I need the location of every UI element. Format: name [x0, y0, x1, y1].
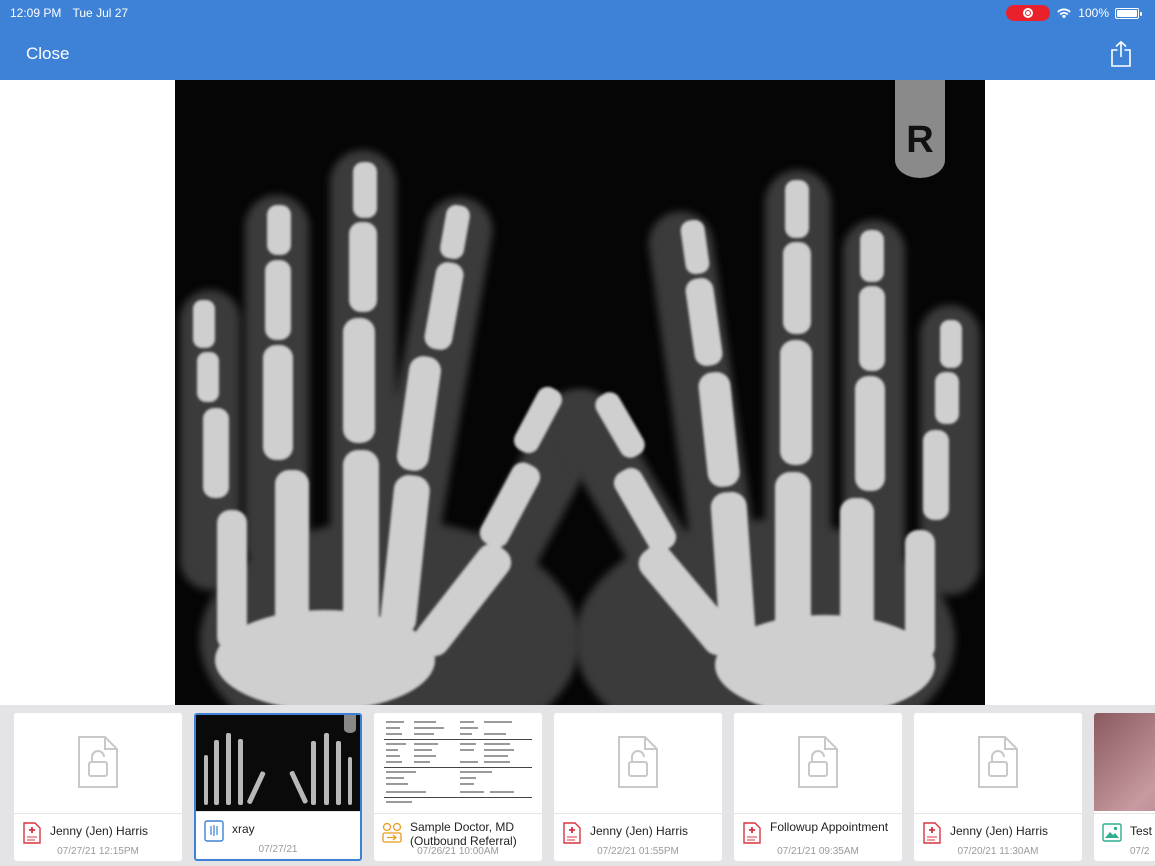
- share-icon[interactable]: [1109, 40, 1133, 68]
- pdf-icon: [923, 822, 941, 844]
- attachment-date: 07/21/21 09:35AM: [777, 846, 859, 857]
- attachment-footer: Followup Appointment 07/21/21 09:35AM: [734, 813, 902, 861]
- navigation-bar: Close: [0, 26, 1155, 80]
- attachment-date: 07/2: [1130, 846, 1150, 857]
- attachment-tray: Jenny (Jen) Harris 07/27/21 12:15PM xray…: [0, 705, 1155, 866]
- attachment-date: 07/26/21 10:00AM: [417, 846, 499, 857]
- xray-hands-graphic: R: [175, 80, 985, 705]
- pdf-icon: [743, 822, 761, 844]
- image-icon: [204, 820, 224, 842]
- wifi-icon: [1057, 8, 1072, 19]
- battery-icon: [1115, 7, 1142, 19]
- attachment-title: Followup Appointment: [770, 820, 889, 834]
- pdf-icon: [563, 822, 581, 844]
- pdf-icon: [23, 822, 41, 844]
- attachment-card[interactable]: Test 07/2: [1094, 713, 1155, 861]
- attachment-footer: Test 07/2: [1094, 813, 1155, 861]
- status-time-date: 12:09 PM Tue Jul 27: [10, 6, 136, 20]
- close-button[interactable]: Close: [26, 44, 69, 64]
- locked-thumbnail: [554, 713, 722, 811]
- attachment-date: 07/27/21: [258, 844, 298, 855]
- locked-thumbnail: [734, 713, 902, 811]
- locked-document-icon: [798, 736, 838, 788]
- referral-icon: [382, 822, 402, 843]
- locked-document-icon: [78, 736, 118, 788]
- locked-thumbnail: [14, 713, 182, 811]
- attachment-card[interactable]: Followup Appointment 07/21/21 09:35AM: [734, 713, 902, 861]
- attachment-title: Jenny (Jen) Harris: [950, 824, 1049, 838]
- locked-document-icon: [978, 736, 1018, 788]
- attachment-title: xray: [232, 822, 255, 836]
- image-viewer: R: [0, 80, 1155, 705]
- xray-marker-letter: R: [906, 119, 933, 161]
- document-thumbnail: [374, 713, 542, 811]
- attachment-card[interactable]: Jenny (Jen) Harris 07/20/21 11:30AM: [914, 713, 1082, 861]
- attachment-date: 07/27/21 12:15PM: [57, 846, 139, 857]
- photo-thumbnail: [1094, 713, 1155, 811]
- attachment-footer: Jenny (Jen) Harris 07/27/21 12:15PM: [14, 813, 182, 861]
- xray-thumbnail: [196, 715, 360, 811]
- attachment-footer: xray 07/27/21: [196, 811, 360, 859]
- attachment-title: Sample Doctor, MD (Outbound Referral): [410, 820, 517, 848]
- status-indicators: 100%: [1006, 5, 1142, 21]
- attachment-footer: Jenny (Jen) Harris 07/22/21 01:55PM: [554, 813, 722, 861]
- attachment-card[interactable]: Jenny (Jen) Harris 07/27/21 12:15PM: [14, 713, 182, 861]
- locked-thumbnail: [914, 713, 1082, 811]
- battery-percent: 100%: [1078, 6, 1109, 20]
- attachment-card[interactable]: Sample Doctor, MD (Outbound Referral) 07…: [374, 713, 542, 861]
- screen-recording-icon: [1006, 5, 1051, 21]
- attachment-footer: Jenny (Jen) Harris 07/20/21 11:30AM: [914, 813, 1082, 861]
- attachment-date: 07/22/21 01:55PM: [597, 846, 679, 857]
- photo-icon: [1102, 823, 1122, 842]
- attachment-title: Jenny (Jen) Harris: [50, 824, 149, 838]
- status-time: 12:09 PM: [10, 6, 62, 20]
- xray-image[interactable]: R: [175, 80, 985, 705]
- attachment-title: Jenny (Jen) Harris: [590, 824, 689, 838]
- attachment-title: Test: [1130, 824, 1153, 838]
- attachment-card-selected[interactable]: xray 07/27/21: [194, 713, 362, 861]
- locked-document-icon: [618, 736, 658, 788]
- attachment-footer: Sample Doctor, MD (Outbound Referral) 07…: [374, 813, 542, 861]
- attachment-date: 07/20/21 11:30AM: [957, 846, 1039, 857]
- status-date: Tue Jul 27: [72, 6, 129, 20]
- attachment-card[interactable]: Jenny (Jen) Harris 07/22/21 01:55PM: [554, 713, 722, 861]
- status-bar: 12:09 PM Tue Jul 27 100%: [0, 0, 1155, 26]
